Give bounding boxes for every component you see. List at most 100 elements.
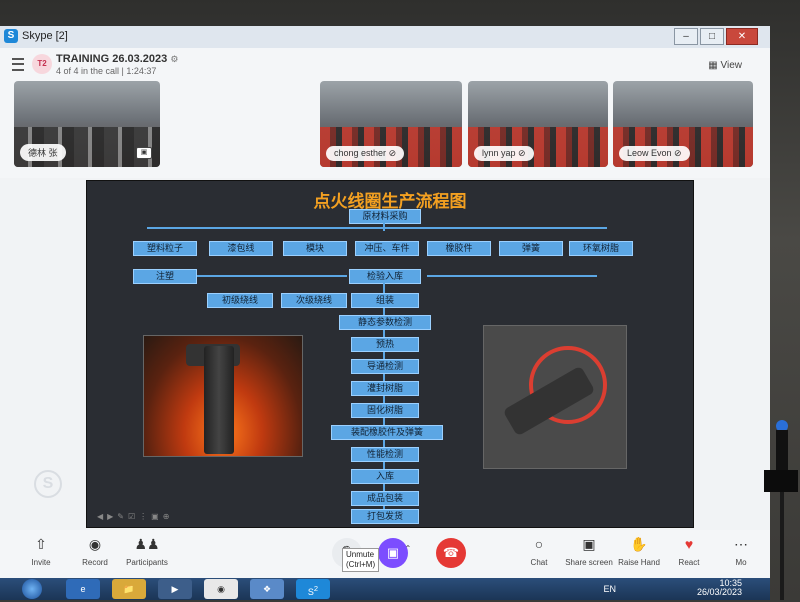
- app-taskbar-icon[interactable]: ❖: [250, 579, 284, 599]
- participant-name-text: chong esther: [334, 148, 387, 158]
- participant-name: lynn yap ⊘: [474, 146, 534, 161]
- participant-tile[interactable]: lynn yap ⊘: [468, 81, 608, 167]
- slide-toolbar[interactable]: ◀▶✎☑⋮▣⊕: [97, 512, 173, 521]
- call-settings-icon[interactable]: ⚙: [170, 54, 178, 64]
- chat-icon: ○: [534, 536, 544, 552]
- skype-badge: 2: [313, 584, 319, 593]
- tooltip-line-2: (Ctrl+M): [346, 560, 376, 569]
- flow-box-material: 橡胶件: [427, 241, 491, 256]
- flow-step: 固化树脂: [351, 403, 419, 418]
- unmute-tooltip: Unmute (Ctrl+M): [342, 548, 380, 572]
- skype-logo-icon: S: [4, 29, 18, 43]
- call-name-text: TRAINING 26.03.2023: [56, 53, 168, 65]
- participant-tile[interactable]: chong esther ⊘: [320, 81, 462, 167]
- view-label: View: [720, 60, 743, 71]
- hand-icon: ✋: [630, 536, 648, 552]
- avatar[interactable]: T2: [32, 54, 52, 74]
- invite-button[interactable]: ⇧ Invite: [16, 536, 66, 567]
- window-title: Skype [2]: [22, 30, 68, 42]
- tooltip-line-1: Unmute: [346, 550, 375, 559]
- share-screen-label: Share screen: [565, 558, 613, 567]
- chat-label: Chat: [530, 558, 548, 567]
- flow-box-inject: 注塑: [133, 269, 197, 284]
- participant-name: Leow Evon ⊘: [619, 146, 690, 161]
- flow-step: 灌封树脂: [351, 381, 419, 396]
- flow-box-material: 模块: [283, 241, 347, 256]
- react-button[interactable]: ♥ React: [664, 536, 714, 567]
- skype-watermark-icon: S: [34, 470, 62, 498]
- flow-step: 入库: [351, 469, 419, 484]
- record-label: Record: [82, 558, 108, 567]
- ignition-coil-render: [483, 325, 627, 469]
- flow-connector: [383, 223, 385, 231]
- flow-box-material: 漆包线: [209, 241, 273, 256]
- participant-name-text: lynn yap: [482, 148, 516, 158]
- close-button[interactable]: ✕: [726, 28, 758, 45]
- clock[interactable]: 10:35 26/03/2023: [697, 579, 742, 597]
- participant-strip: 德林 张 ▣ chong esther ⊘ lynn yap ⊘ Leow Ev…: [0, 78, 770, 178]
- webcam-tripod: [764, 420, 798, 600]
- flow-step: 装配橡胶件及弹簧: [331, 425, 443, 440]
- flow-arrow: [197, 275, 347, 277]
- share-screen-button[interactable]: ▣ Share screen: [564, 536, 614, 567]
- record-button[interactable]: ◉ Record: [70, 536, 120, 567]
- flow-box-material: 弹簧: [499, 241, 563, 256]
- clock-date: 26/03/2023: [696, 587, 742, 597]
- raise-hand-button[interactable]: ✋ Raise Hand: [614, 536, 664, 567]
- call-name: TRAINING 26.03.2023 ⚙: [56, 53, 178, 65]
- camera-toggle-icon[interactable]: ▣: [136, 147, 152, 159]
- minimize-button[interactable]: –: [674, 28, 698, 45]
- skype-taskbar-icon[interactable]: S2: [296, 579, 330, 599]
- chrome-taskbar-icon[interactable]: ◉: [204, 579, 238, 599]
- maximize-button[interactable]: □: [700, 28, 724, 45]
- flow-box-material: 冲压、车件: [355, 241, 419, 256]
- flow-box-secondary-winding: 次级绕线: [281, 293, 347, 308]
- chat-button[interactable]: ○ Chat: [514, 536, 564, 567]
- participant-name: chong esther ⊘: [326, 146, 405, 161]
- participants-button[interactable]: ♟♟ Participants: [122, 536, 172, 567]
- shared-slide: 点火线圈生产流程图 原材料采购 塑料粒子 漆包线 模块 冲压、车件 橡胶件 弹簧…: [86, 180, 694, 528]
- share-upload-icon: ⇧: [35, 536, 47, 552]
- invite-label: Invite: [31, 558, 51, 567]
- menu-icon[interactable]: [12, 58, 24, 71]
- call-controls: ⇧ Invite ◉ Record ♟♟ Participants 🎙 ▣ ⌃ …: [0, 530, 770, 578]
- start-button[interactable]: [22, 579, 42, 599]
- window-controls: – □ ✕: [674, 28, 758, 45]
- media-taskbar-icon[interactable]: ▶: [158, 579, 192, 599]
- participant-name: 德林 张: [20, 144, 66, 161]
- participant-tile[interactable]: 德林 张 ▣: [14, 81, 160, 167]
- camera-button[interactable]: ▣: [378, 538, 408, 568]
- flow-box-inspect: 检验入库: [349, 269, 421, 284]
- flow-box-top: 原材料采购: [349, 209, 421, 224]
- heart-icon: ♥: [684, 536, 694, 552]
- language-indicator[interactable]: EN: [603, 584, 616, 594]
- ignition-coil-photo: [143, 335, 303, 457]
- call-header: T2 TRAINING 26.03.2023 ⚙ 4 of 4 in the c…: [0, 48, 770, 78]
- ie-taskbar-icon[interactable]: e: [66, 579, 100, 599]
- flow-box-material: 环氧树脂: [569, 241, 633, 256]
- flow-step: 性能检测: [351, 447, 419, 462]
- participant-name-text: Leow Evon: [627, 148, 672, 158]
- camera-options-chevron-icon[interactable]: ⌃: [398, 544, 418, 553]
- flow-step: 静态参数检测: [339, 315, 431, 330]
- folder-taskbar-icon[interactable]: 📁: [112, 579, 146, 599]
- raise-hand-label: Raise Hand: [618, 558, 660, 567]
- participants-icon: ♟♟: [134, 536, 160, 552]
- share-screen-icon: ▣: [582, 536, 596, 552]
- more-label: Mo: [735, 558, 747, 567]
- flow-step: 组装: [351, 293, 419, 308]
- end-call-button[interactable]: ☎: [436, 538, 466, 568]
- view-button[interactable]: ▦ View: [708, 60, 742, 71]
- flow-arrow: [427, 275, 597, 277]
- windows-taskbar: e 📁 ▶ ◉ ❖ S2 EN 10:35 26/03/2023: [0, 578, 770, 600]
- flow-box-primary-winding: 初级绕线: [207, 293, 273, 308]
- participants-label: Participants: [126, 558, 168, 567]
- muted-mic-icon: ⊘: [674, 148, 682, 158]
- react-label: React: [678, 558, 700, 567]
- window-titlebar: S Skype [2] – □ ✕: [0, 26, 770, 49]
- participant-tile[interactable]: Leow Evon ⊘: [613, 81, 753, 167]
- flow-step: 预热: [351, 337, 419, 352]
- record-icon: ◉: [88, 536, 102, 552]
- flow-step: 导通检测: [351, 359, 419, 374]
- flow-step: 成品包装: [351, 491, 419, 506]
